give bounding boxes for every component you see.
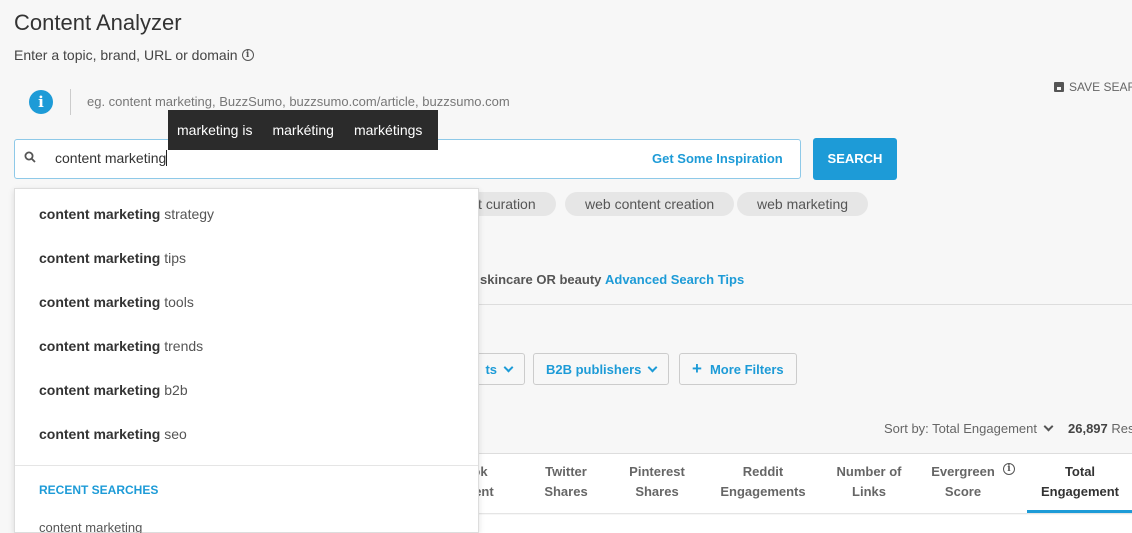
filter-label: ts xyxy=(485,361,497,377)
column-header-pinterest-shares[interactable]: Pinterest Shares xyxy=(617,462,697,502)
chevron-down-icon xyxy=(647,362,658,372)
search-value[interactable]: content marketing xyxy=(55,150,168,166)
suggestion-match: content marketing xyxy=(39,294,161,310)
suggestion-rest: b2b xyxy=(160,382,188,398)
related-chip[interactable]: web content creation xyxy=(565,192,735,216)
recent-searches-heading: RECENT SEARCHES xyxy=(39,483,159,497)
suggestion-item[interactable]: content marketing trends xyxy=(39,338,203,354)
sort-label: Sort by: Total Engagement xyxy=(884,421,1037,436)
section-divider xyxy=(478,304,1132,305)
chevron-down-icon xyxy=(1043,421,1054,432)
column-header-line: Engagements xyxy=(720,484,806,499)
sort-dropdown[interactable]: Sort by: Total Engagement xyxy=(884,421,1054,436)
column-header-twitter-shares[interactable]: Twitter Shares xyxy=(526,462,606,502)
column-header-evergreen-score[interactable]: Evergreen Score xyxy=(923,462,1003,502)
suggestion-rest: trends xyxy=(160,338,204,354)
column-header-line: Links xyxy=(852,484,886,499)
search-button[interactable]: SEARCH xyxy=(813,138,897,180)
column-header-line: Pinterest xyxy=(629,464,685,479)
info-icon[interactable]: i xyxy=(1003,463,1015,475)
plus-icon: + xyxy=(692,359,702,378)
recent-search-item[interactable]: content marketing xyxy=(39,520,142,533)
suggestion-match: content marketing xyxy=(39,382,161,398)
page-title: Content Analyzer xyxy=(14,10,182,35)
filter-label: More Filters xyxy=(709,361,784,377)
column-header-line: Reddit xyxy=(742,464,784,479)
suggestion-item[interactable]: content marketing tools xyxy=(39,294,194,310)
suggestion-item[interactable]: content marketing tips xyxy=(39,250,186,266)
suggestion-rest: tips xyxy=(160,250,187,266)
filter-label: B2B publishers xyxy=(546,361,642,377)
info-icon[interactable]: i xyxy=(241,49,254,61)
page-subtitle: Enter a topic, brand, URL or domain i xyxy=(14,47,254,63)
results-number: 26,897 xyxy=(1068,421,1108,436)
related-chip[interactable]: web marketing xyxy=(737,192,869,216)
save-icon xyxy=(1054,82,1064,92)
more-filters-button[interactable]: + More Filters xyxy=(679,353,797,385)
get-inspiration-link[interactable]: Get Some Inspiration xyxy=(652,151,783,166)
suggestion-item[interactable]: content marketing strategy xyxy=(39,206,214,222)
suggestion-item[interactable]: content marketing b2b xyxy=(39,382,188,398)
table-body xyxy=(478,515,1132,533)
column-header-line: Number of xyxy=(836,464,902,479)
search-text: content marketing xyxy=(55,150,167,166)
column-header-line: Score xyxy=(944,484,982,499)
results-suffix: Res xyxy=(1111,421,1132,436)
column-header-line: Evergreen xyxy=(931,464,995,479)
autocomplete-dropdown: content marketing strategy content marke… xyxy=(14,188,479,533)
results-count: 26,897 Res xyxy=(1068,421,1132,436)
column-header-line: Total xyxy=(1064,464,1096,479)
suggestion-match: content marketing xyxy=(39,206,161,222)
active-sort-indicator xyxy=(1027,510,1132,513)
column-header-line: Twitter xyxy=(545,464,587,479)
spell-option[interactable]: markétings xyxy=(354,122,422,138)
spell-option[interactable]: marketing is xyxy=(177,122,252,138)
spellcheck-suggestions: marketing is markéting markétings xyxy=(168,110,438,150)
spell-option[interactable]: markéting xyxy=(272,122,333,138)
save-search-label: SAVE SEARCH xyxy=(1069,80,1132,94)
column-header-line: Engagement xyxy=(1040,484,1119,499)
suggestion-rest: seo xyxy=(160,426,187,442)
suggestion-rest: strategy xyxy=(160,206,215,222)
save-search-button[interactable]: SAVE SEARCH xyxy=(1054,80,1132,94)
suggestion-match: content marketing xyxy=(39,338,161,354)
column-header-line: Shares xyxy=(544,484,588,499)
column-header-number-of-links[interactable]: Number of Links xyxy=(829,462,909,502)
subtitle-text: Enter a topic, brand, URL or domain xyxy=(14,47,238,63)
advanced-search-tips-link[interactable]: Advanced Search Tips xyxy=(605,272,744,287)
dropdown-divider xyxy=(15,465,478,466)
suggestion-match: content marketing xyxy=(39,250,161,266)
chevron-down-icon xyxy=(503,362,514,372)
b2b-publishers-filter[interactable]: B2B publishers xyxy=(533,353,670,385)
suggestion-match: content marketing xyxy=(39,426,161,442)
column-header-reddit-engagements[interactable]: Reddit Engagements xyxy=(713,462,813,502)
divider xyxy=(70,89,71,115)
search-tip-example: skincare OR beauty xyxy=(480,272,602,287)
suggestion-item[interactable]: content marketing seo xyxy=(39,426,187,442)
search-hint: eg. content marketing, BuzzSumo, buzzsum… xyxy=(87,94,510,109)
suggestion-rest: tools xyxy=(160,294,194,310)
column-header-line: Shares xyxy=(635,484,679,499)
info-icon: i xyxy=(29,90,53,114)
column-header-total-engagement[interactable]: Total Engagement xyxy=(1030,462,1130,502)
search-icon xyxy=(24,151,36,163)
text-caret xyxy=(166,150,168,166)
